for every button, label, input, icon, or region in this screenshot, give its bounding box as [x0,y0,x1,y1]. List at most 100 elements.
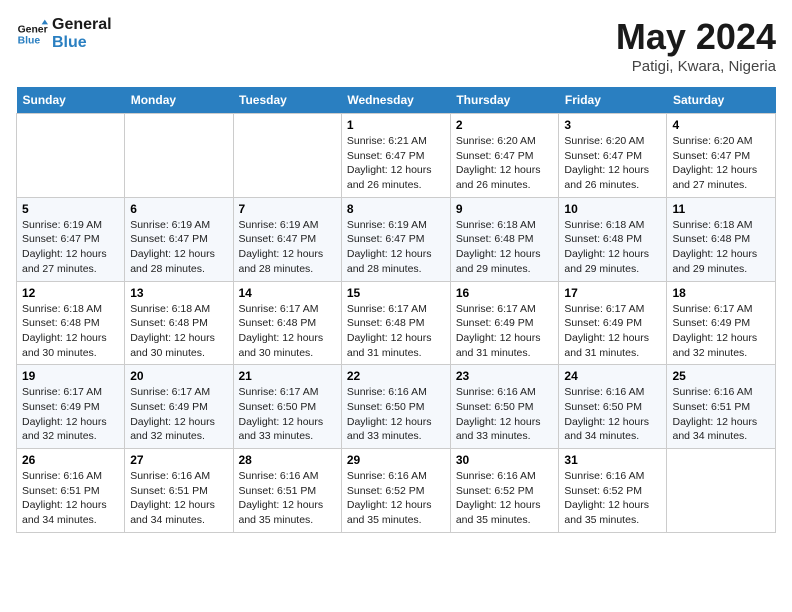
calendar-cell: 2 Sunrise: 6:20 AM Sunset: 6:47 PM Daylig… [450,114,559,198]
day-number: 30 [456,453,554,467]
logo-blue: Blue [52,34,112,52]
day-info: Sunrise: 6:16 AM Sunset: 6:52 PM Dayligh… [564,469,661,528]
calendar-week-row: 26 Sunrise: 6:16 AM Sunset: 6:51 PM Dayli… [17,449,776,533]
calendar-cell: 25 Sunrise: 6:16 AM Sunset: 6:51 PM Dayli… [667,365,776,449]
day-info: Sunrise: 6:18 AM Sunset: 6:48 PM Dayligh… [130,302,227,361]
calendar-cell: 11Sunrise: 6:18 AM Sunset: 6:48 PM Dayli… [667,197,776,281]
day-number: 31 [564,453,661,467]
day-number: 23 [456,369,554,383]
day-info: Sunrise: 6:17 AM Sunset: 6:48 PM Dayligh… [347,302,445,361]
weekday-header-wednesday: Wednesday [341,87,450,114]
day-info: Sunrise: 6:19 AM Sunset: 6:47 PM Dayligh… [130,218,227,277]
day-info: Sunrise: 6:16 AM Sunset: 6:51 PM Dayligh… [672,385,770,444]
day-number: 25 [672,369,770,383]
calendar-cell: 22Sunrise: 6:16 AM Sunset: 6:50 PM Dayli… [341,365,450,449]
calendar-cell: 6 Sunrise: 6:19 AM Sunset: 6:47 PM Daylig… [125,197,233,281]
day-number: 19 [22,369,119,383]
day-number: 10 [564,202,661,216]
day-info: Sunrise: 6:21 AM Sunset: 6:47 PM Dayligh… [347,134,445,193]
day-number: 8 [347,202,445,216]
day-number: 4 [672,118,770,132]
day-number: 20 [130,369,227,383]
day-number: 24 [564,369,661,383]
day-info: Sunrise: 6:17 AM Sunset: 6:49 PM Dayligh… [130,385,227,444]
calendar-cell [667,449,776,533]
calendar-cell: 3 Sunrise: 6:20 AM Sunset: 6:47 PM Daylig… [559,114,667,198]
weekday-header-saturday: Saturday [667,87,776,114]
logo-icon: General Blue [16,18,48,50]
day-info: Sunrise: 6:20 AM Sunset: 6:47 PM Dayligh… [564,134,661,193]
day-info: Sunrise: 6:17 AM Sunset: 6:49 PM Dayligh… [672,302,770,361]
day-number: 6 [130,202,227,216]
day-number: 5 [22,202,119,216]
day-number: 28 [239,453,336,467]
day-number: 16 [456,286,554,300]
day-number: 2 [456,118,554,132]
day-info: Sunrise: 6:16 AM Sunset: 6:51 PM Dayligh… [239,469,336,528]
calendar-title: May 2024 [616,16,776,58]
calendar-cell: 16 Sunrise: 6:17 AM Sunset: 6:49 PM Dayli… [450,281,559,365]
day-number: 7 [239,202,336,216]
day-info: Sunrise: 6:19 AM Sunset: 6:47 PM Dayligh… [22,218,119,277]
day-info: Sunrise: 6:16 AM Sunset: 6:50 PM Dayligh… [564,385,661,444]
calendar-week-row: 5 Sunrise: 6:19 AM Sunset: 6:47 PM Daylig… [17,197,776,281]
weekday-header-sunday: Sunday [17,87,125,114]
day-number: 9 [456,202,554,216]
day-info: Sunrise: 6:18 AM Sunset: 6:48 PM Dayligh… [456,218,554,277]
weekday-header-tuesday: Tuesday [233,87,341,114]
day-number: 3 [564,118,661,132]
calendar-cell: 13 Sunrise: 6:18 AM Sunset: 6:48 PM Dayli… [125,281,233,365]
day-info: Sunrise: 6:17 AM Sunset: 6:49 PM Dayligh… [564,302,661,361]
calendar-cell: 31 Sunrise: 6:16 AM Sunset: 6:52 PM Dayli… [559,449,667,533]
calendar-cell: 14Sunrise: 6:17 AM Sunset: 6:48 PM Dayli… [233,281,341,365]
day-number: 13 [130,286,227,300]
day-info: Sunrise: 6:20 AM Sunset: 6:47 PM Dayligh… [456,134,554,193]
calendar-cell [125,114,233,198]
day-number: 14 [239,286,336,300]
day-info: Sunrise: 6:16 AM Sunset: 6:51 PM Dayligh… [22,469,119,528]
logo: General Blue General Blue [16,16,112,52]
weekday-header-friday: Friday [559,87,667,114]
day-info: Sunrise: 6:18 AM Sunset: 6:48 PM Dayligh… [564,218,661,277]
day-info: Sunrise: 6:20 AM Sunset: 6:47 PM Dayligh… [672,134,770,193]
calendar-cell: 30Sunrise: 6:16 AM Sunset: 6:52 PM Dayli… [450,449,559,533]
calendar-cell: 29 Sunrise: 6:16 AM Sunset: 6:52 PM Dayli… [341,449,450,533]
calendar-cell [233,114,341,198]
day-number: 29 [347,453,445,467]
day-number: 26 [22,453,119,467]
day-number: 15 [347,286,445,300]
calendar-cell: 4 Sunrise: 6:20 AM Sunset: 6:47 PM Daylig… [667,114,776,198]
day-number: 22 [347,369,445,383]
calendar-cell: 5 Sunrise: 6:19 AM Sunset: 6:47 PM Daylig… [17,197,125,281]
day-number: 18 [672,286,770,300]
day-info: Sunrise: 6:19 AM Sunset: 6:47 PM Dayligh… [239,218,336,277]
day-info: Sunrise: 6:19 AM Sunset: 6:47 PM Dayligh… [347,218,445,277]
weekday-header-row: SundayMondayTuesdayWednesdayThursdayFrid… [17,87,776,114]
calendar-week-row: 1 Sunrise: 6:21 AM Sunset: 6:47 PM Daylig… [17,114,776,198]
day-number: 1 [347,118,445,132]
calendar-cell: 23Sunrise: 6:16 AM Sunset: 6:50 PM Dayli… [450,365,559,449]
day-info: Sunrise: 6:17 AM Sunset: 6:49 PM Dayligh… [22,385,119,444]
calendar-cell: 15 Sunrise: 6:17 AM Sunset: 6:48 PM Dayli… [341,281,450,365]
day-info: Sunrise: 6:17 AM Sunset: 6:49 PM Dayligh… [456,302,554,361]
svg-text:Blue: Blue [18,36,41,47]
calendar-cell: 28 Sunrise: 6:16 AM Sunset: 6:51 PM Dayli… [233,449,341,533]
calendar-cell: 27Sunrise: 6:16 AM Sunset: 6:51 PM Dayli… [125,449,233,533]
calendar-cell: 8 Sunrise: 6:19 AM Sunset: 6:47 PM Daylig… [341,197,450,281]
day-info: Sunrise: 6:17 AM Sunset: 6:50 PM Dayligh… [239,385,336,444]
calendar-subtitle: Patigi, Kwara, Nigeria [616,58,776,75]
calendar-cell: 26 Sunrise: 6:16 AM Sunset: 6:51 PM Dayli… [17,449,125,533]
calendar-cell: 1 Sunrise: 6:21 AM Sunset: 6:47 PM Daylig… [341,114,450,198]
day-info: Sunrise: 6:16 AM Sunset: 6:52 PM Dayligh… [347,469,445,528]
day-info: Sunrise: 6:18 AM Sunset: 6:48 PM Dayligh… [672,218,770,277]
calendar-cell: 10 Sunrise: 6:18 AM Sunset: 6:48 PM Dayli… [559,197,667,281]
calendar-cell: 20 Sunrise: 6:17 AM Sunset: 6:49 PM Dayli… [125,365,233,449]
calendar-cell: 18 Sunrise: 6:17 AM Sunset: 6:49 PM Dayli… [667,281,776,365]
calendar-cell [17,114,125,198]
svg-text:General: General [18,24,48,35]
weekday-header-monday: Monday [125,87,233,114]
calendar-table: SundayMondayTuesdayWednesdayThursdayFrid… [16,87,776,533]
calendar-cell: 17Sunrise: 6:17 AM Sunset: 6:49 PM Dayli… [559,281,667,365]
calendar-cell: 12Sunrise: 6:18 AM Sunset: 6:48 PM Dayli… [17,281,125,365]
day-info: Sunrise: 6:16 AM Sunset: 6:51 PM Dayligh… [130,469,227,528]
